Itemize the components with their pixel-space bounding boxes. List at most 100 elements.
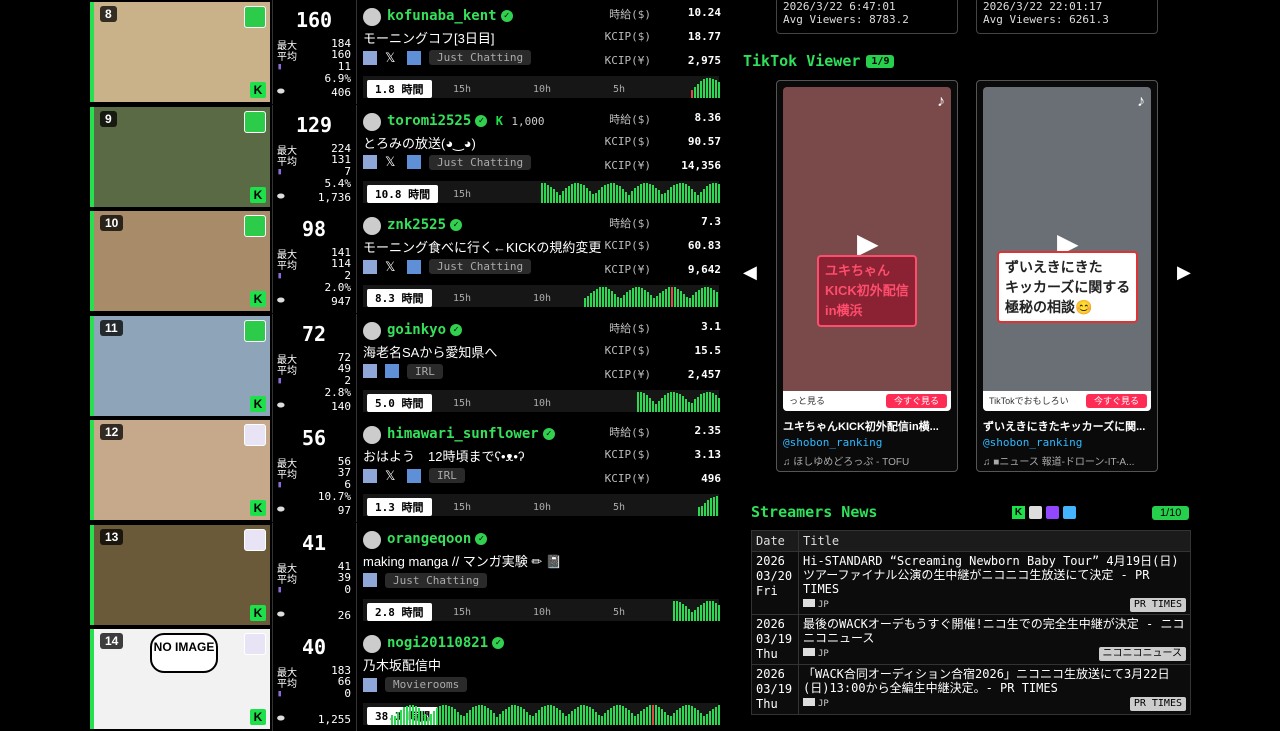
graph-bar (595, 712, 597, 725)
news-source: ニコニコニュース (1098, 647, 1186, 661)
kcip-jpy-metric: KCIP(¥) 496 (604, 472, 721, 485)
news-title-cell[interactable]: Hi-STANDARD “Screaming Newborn Baby Tour… (798, 551, 1191, 615)
stats-icon[interactable] (363, 364, 377, 378)
streamer-name[interactable]: orangeqoon ✓ (387, 531, 488, 547)
verified-icon: ✓ (492, 637, 505, 649)
avatar[interactable] (363, 112, 381, 131)
tiktok-caption[interactable]: ずいえきにきたキッカーズに関... (983, 418, 1153, 434)
x-icon[interactable]: 𝕏 (385, 468, 399, 483)
next-arrow-icon[interactable]: ▶ (1177, 262, 1191, 283)
news-source: PR TIMES (1129, 697, 1186, 711)
time-tick: 5h (613, 606, 626, 618)
image-icon[interactable] (385, 364, 399, 378)
news-title[interactable]: Hi-STANDARD “Screaming Newborn Baby Tour… (803, 554, 1186, 596)
news-title-cell[interactable]: 最後のWACKオーデもうすぐ開催!ニコ生での完全生中継が決定 - ニコニコニュー… (798, 614, 1191, 665)
category-tag[interactable]: Just Chatting (429, 154, 532, 170)
image-icon[interactable] (407, 50, 421, 65)
news-title-cell[interactable]: 「WACK合同オーディション合宿2026」ニコニコ生放送にて3月22日(日)13… (798, 664, 1191, 715)
sub-icon: ▮ (277, 584, 283, 595)
stream-thumbnail[interactable]: 12 K (90, 420, 270, 520)
graph-bar (592, 709, 594, 725)
current-viewers: 129 (295, 112, 333, 137)
stats-icon[interactable] (363, 259, 377, 274)
category-tag[interactable]: Just Chatting (385, 572, 488, 588)
graph-bar (704, 503, 706, 516)
stream-thumbnail[interactable]: 9 K (90, 106, 270, 207)
graph-bar (676, 392, 678, 412)
tiktok-card[interactable]: ♪ ▶ ユキちゃん KICK初外配信 in横浜 っと見る 今すぐ見る ユキちゃん… (776, 80, 958, 472)
avatar[interactable] (363, 635, 381, 653)
avatar[interactable] (363, 8, 381, 26)
kick-icon[interactable]: K (1012, 506, 1025, 519)
stream-thumbnail[interactable]: 13 K (90, 524, 270, 625)
prev-arrow-icon[interactable]: ◀ (743, 262, 757, 283)
stats-icon[interactable] (363, 155, 377, 169)
stream-row[interactable]: NO IMAGE 14 K 40 最大 183 平均 66 ▮ 0 ⬬ 1,25… (90, 627, 726, 731)
graph-bar (550, 186, 552, 203)
streamer-name[interactable]: toromi2525 ✓ K 1,000 (387, 113, 545, 129)
tiktok-card[interactable]: ♪ ▶ ずいえきにきた キッカーズに関する 極秘の相談😊 TikTokでおもしろ… (976, 80, 1158, 472)
category-tag[interactable]: Just Chatting (429, 259, 532, 274)
tiktok-caption[interactable]: ユキちゃんKICK初外配信in横... (783, 418, 953, 434)
stream-row[interactable]: 10 K 98 最大 141 平均 114 ▮ 2 2.0% ⬬ 947 znk… (90, 209, 726, 313)
avatar[interactable] (363, 321, 381, 340)
stream-thumbnail[interactable]: NO IMAGE 14 K (90, 629, 270, 729)
graph-bar (571, 711, 573, 725)
stats-icon[interactable] (363, 573, 377, 587)
avatar[interactable] (363, 217, 381, 235)
tiktok-video[interactable]: ♪ ▶ ユキちゃん KICK初外配信 in横浜 っと見る 今すぐ見る (783, 87, 951, 411)
stream-row[interactable]: 12 K 56 最大 56 平均 37 ▮ 6 10.7% ⬬ 97 himaw… (90, 418, 726, 522)
stream-row[interactable]: 9 K 129 最大 224 平均 131 ▮ 7 5.4% ⬬ 1,736 t… (90, 104, 726, 209)
avatar[interactable] (363, 530, 381, 549)
graph-bar (694, 398, 696, 412)
streamer-name[interactable]: znk2525 ✓ (387, 217, 463, 233)
stream-row[interactable]: 11 K 72 最大 72 平均 49 ▮ 2 2.8% ⬬ 140 goink… (90, 313, 726, 418)
graph-bar (646, 707, 648, 725)
graph-bar (661, 397, 663, 412)
stream-thumbnail[interactable]: 11 K (90, 315, 270, 416)
category-tag[interactable]: IRL (429, 468, 465, 483)
streamer-name[interactable]: goinkyo ✓ (387, 322, 463, 338)
graph-bar (679, 182, 681, 203)
streamer-name[interactable]: himawari_sunflower ✓ (387, 426, 555, 442)
graph-bar (593, 291, 595, 307)
niconico-icon[interactable] (1029, 506, 1042, 519)
tiktok-handle[interactable]: @shobon_ranking (783, 436, 882, 449)
graph-bar (643, 392, 645, 412)
twitch-icon[interactable] (1046, 506, 1059, 519)
verified-icon: ✓ (475, 532, 488, 545)
image-icon[interactable] (407, 155, 421, 169)
watch-now-button[interactable]: 今すぐ見る (1085, 394, 1147, 408)
news-title[interactable]: 最後のWACKオーデもうすぐ開催!ニコ生での完全生中継が決定 - ニコニコニュー… (803, 617, 1186, 645)
stream-thumbnail[interactable]: 8 K (90, 2, 270, 102)
category-tag[interactable]: Movierooms (385, 677, 468, 692)
news-row[interactable]: 2026 03/20 Fri Hi-STANDARD “Screaming Newb… (751, 551, 1191, 615)
news-row[interactable]: 2026 03/19 Thu 「WACK合同オーディション合宿2026」ニコニコ生放… (751, 664, 1191, 715)
tiktok-icon[interactable] (1063, 506, 1076, 519)
stream-thumbnail[interactable]: 10 K (90, 211, 270, 311)
x-icon[interactable]: 𝕏 (385, 155, 399, 169)
news-row[interactable]: 2026 03/19 Thu 最後のWACKオーデもうすぐ開催!ニコ生での完全生中継… (751, 614, 1191, 665)
category-tag[interactable]: IRL (407, 363, 443, 379)
streamer-name[interactable]: kofunaba_kent ✓ (387, 8, 513, 24)
stream-row[interactable]: 8 K 160 最大 184 平均 160 ▮ 11 6.9% ⬬ 406 ko… (90, 0, 726, 104)
watch-now-button[interactable]: 今すぐ見る (885, 394, 947, 408)
graph-bar (706, 78, 708, 98)
stream-row[interactable]: 13 K 41 最大 41 平均 39 ▮ 0 ⬬ 26 orangeqoon ✓… (90, 522, 726, 627)
streamer-name[interactable]: nogi20110821 ✓ (387, 635, 505, 651)
news-title[interactable]: 「WACK合同オーディション合宿2026」ニコニコ生放送にて3月22日(日)13… (803, 667, 1186, 695)
image-icon[interactable] (407, 259, 421, 274)
graph-bar (715, 602, 717, 621)
tiktok-handle[interactable]: @shobon_ranking (983, 436, 1082, 449)
stats-icon[interactable] (363, 50, 377, 65)
stats-icon[interactable] (363, 468, 377, 483)
avatar[interactable] (363, 426, 381, 444)
image-icon[interactable] (407, 468, 421, 483)
category-tag[interactable]: Just Chatting (429, 50, 532, 65)
graph-bar (586, 187, 588, 203)
x-icon[interactable]: 𝕏 (385, 50, 399, 65)
graph-bar (709, 183, 711, 203)
stats-icon[interactable] (363, 677, 377, 692)
tiktok-video[interactable]: ♪ ▶ ずいえきにきた キッカーズに関する 極秘の相談😊 TikTokでおもしろ… (983, 87, 1151, 411)
x-icon[interactable]: 𝕏 (385, 259, 399, 274)
